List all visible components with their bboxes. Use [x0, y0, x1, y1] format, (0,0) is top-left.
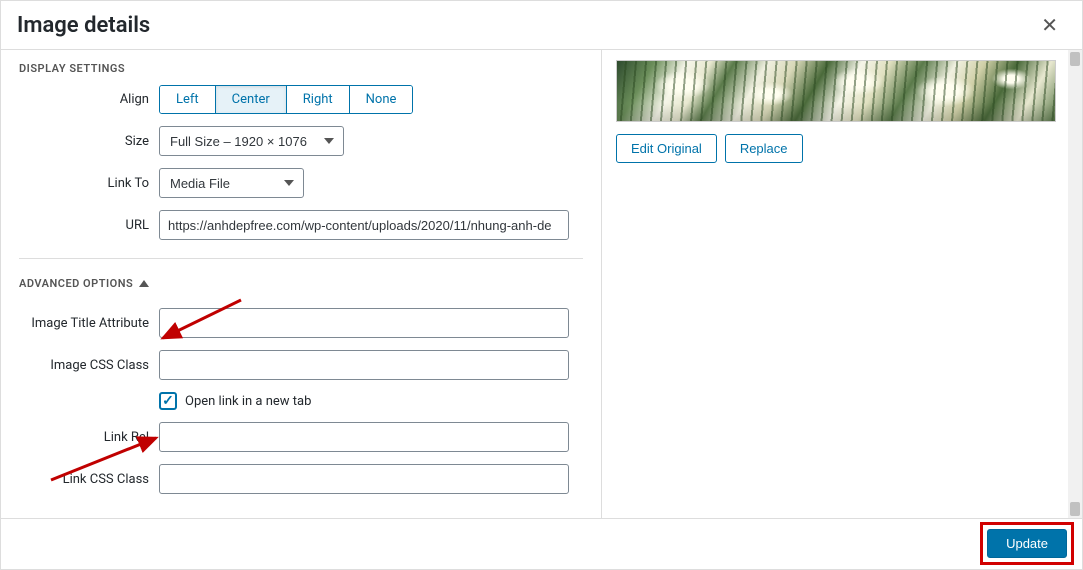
- title-attr-label: Image Title Attribute: [19, 316, 159, 331]
- preview-actions: Edit Original Replace: [616, 134, 1068, 163]
- modal-footer: Update: [1, 518, 1082, 569]
- link-css-input[interactable]: [159, 464, 569, 494]
- modal-title: Image details: [17, 13, 150, 38]
- size-select[interactable]: Full Size – 1920 × 1076: [159, 126, 344, 156]
- align-right-button[interactable]: Right: [287, 86, 350, 113]
- css-class-label: Image CSS Class: [19, 358, 159, 373]
- advanced-options-heading: ADVANCED OPTIONS: [19, 277, 133, 290]
- modal-header: Image details ✕: [1, 1, 1082, 50]
- settings-column: DISPLAY SETTINGS Align Left Center Right…: [1, 50, 602, 518]
- preview-column: Edit Original Replace: [602, 50, 1082, 518]
- update-button[interactable]: Update: [987, 529, 1067, 558]
- align-center-button[interactable]: Center: [216, 86, 287, 113]
- url-label: URL: [19, 218, 159, 233]
- title-attr-row: Image Title Attribute: [19, 308, 583, 338]
- replace-button[interactable]: Replace: [725, 134, 803, 163]
- scrollbar-track[interactable]: [1068, 50, 1082, 518]
- modal-body: DISPLAY SETTINGS Align Left Center Right…: [1, 50, 1082, 518]
- align-left-button[interactable]: Left: [160, 86, 216, 113]
- advanced-options-toggle[interactable]: ADVANCED OPTIONS: [19, 258, 583, 300]
- align-button-group: Left Center Right None: [159, 85, 413, 114]
- open-new-tab-row: Open link in a new tab: [19, 392, 583, 410]
- link-rel-row: Link Rel: [19, 422, 583, 452]
- align-label: Align: [19, 92, 159, 107]
- open-new-tab-label: Open link in a new tab: [185, 394, 311, 409]
- edit-original-button[interactable]: Edit Original: [616, 134, 717, 163]
- display-settings-heading: DISPLAY SETTINGS: [19, 58, 583, 85]
- link-to-label: Link To: [19, 176, 159, 191]
- size-label: Size: [19, 134, 159, 149]
- align-row: Align Left Center Right None: [19, 85, 583, 114]
- link-rel-label: Link Rel: [19, 430, 159, 445]
- image-details-modal: Image details ✕ DISPLAY SETTINGS Align L…: [0, 0, 1083, 570]
- title-attr-input[interactable]: [159, 308, 569, 338]
- url-input[interactable]: [159, 210, 569, 240]
- close-icon[interactable]: ✕: [1033, 11, 1066, 39]
- link-to-select[interactable]: Media File: [159, 168, 304, 198]
- image-preview: [616, 60, 1056, 122]
- link-css-label: Link CSS Class: [19, 472, 159, 487]
- link-rel-input[interactable]: [159, 422, 569, 452]
- chevron-up-icon: [139, 280, 149, 287]
- link-css-row: Link CSS Class: [19, 464, 583, 494]
- css-class-row: Image CSS Class: [19, 350, 583, 380]
- open-new-tab-checkbox[interactable]: [159, 392, 177, 410]
- scroll-up-icon[interactable]: [1070, 52, 1080, 66]
- scroll-down-icon[interactable]: [1070, 502, 1080, 516]
- size-row: Size Full Size – 1920 × 1076: [19, 126, 583, 156]
- url-row: URL: [19, 210, 583, 240]
- link-to-row: Link To Media File: [19, 168, 583, 198]
- align-none-button[interactable]: None: [350, 86, 413, 113]
- css-class-input[interactable]: [159, 350, 569, 380]
- update-highlight-box: Update: [980, 522, 1074, 565]
